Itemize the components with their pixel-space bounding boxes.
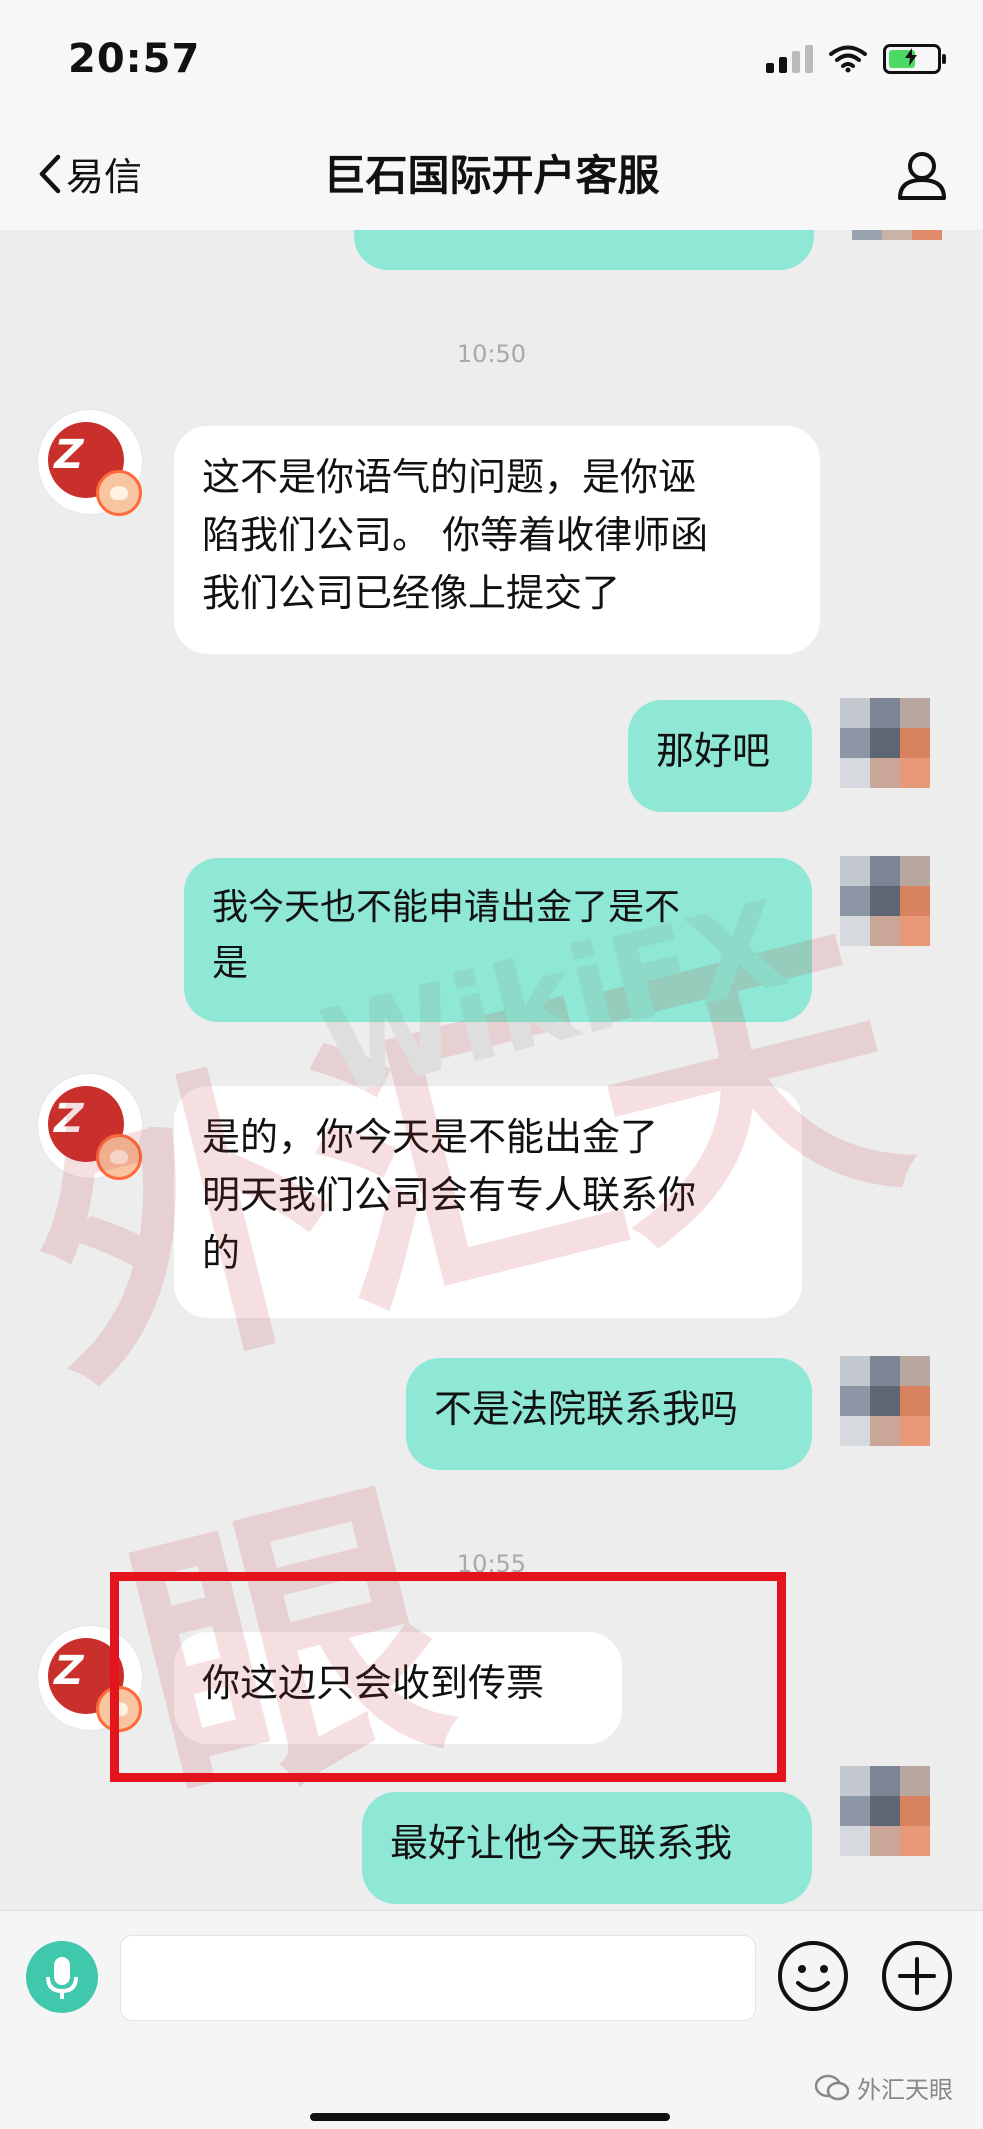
wifi-icon — [829, 45, 867, 73]
input-bar: 外汇天眼 — [0, 1910, 983, 2129]
contact-icon[interactable] — [895, 148, 949, 202]
user-avatar — [840, 1766, 930, 1856]
timestamp: 10:50 — [456, 340, 527, 368]
wechat-account-tag: 外汇天眼 — [815, 2070, 953, 2105]
status-time: 20:57 — [68, 36, 201, 82]
message-bubble-partial — [354, 230, 814, 270]
user-avatar — [840, 698, 930, 788]
status-icons — [766, 44, 946, 74]
signal-icon — [766, 45, 813, 73]
top-bar: 20:57 易信 巨石国际开户客服 — [0, 0, 983, 230]
highlight-box — [110, 1572, 786, 1782]
wechat-icon — [815, 2074, 849, 2100]
wechat-account-name: 外汇天眼 — [857, 2076, 953, 2104]
message-bubble: 这不是你语气的问题，是你诬 陷我们公司。 你等着收律师函 我们公司已经像上提交了 — [174, 426, 820, 654]
voice-button[interactable] — [26, 1941, 98, 2013]
message-input[interactable] — [120, 1935, 756, 2021]
battery-icon — [883, 44, 946, 74]
emoji-icon[interactable] — [776, 1939, 850, 2013]
microphone-icon — [46, 1957, 78, 1999]
plus-icon[interactable] — [880, 1939, 954, 2013]
page-title: 巨石国际开户客服 — [323, 151, 660, 200]
message-bubble: 那好吧 — [628, 700, 812, 812]
user-avatar — [852, 230, 942, 250]
home-indicator[interactable] — [310, 2113, 670, 2121]
agent-avatar: Z — [38, 410, 142, 516]
